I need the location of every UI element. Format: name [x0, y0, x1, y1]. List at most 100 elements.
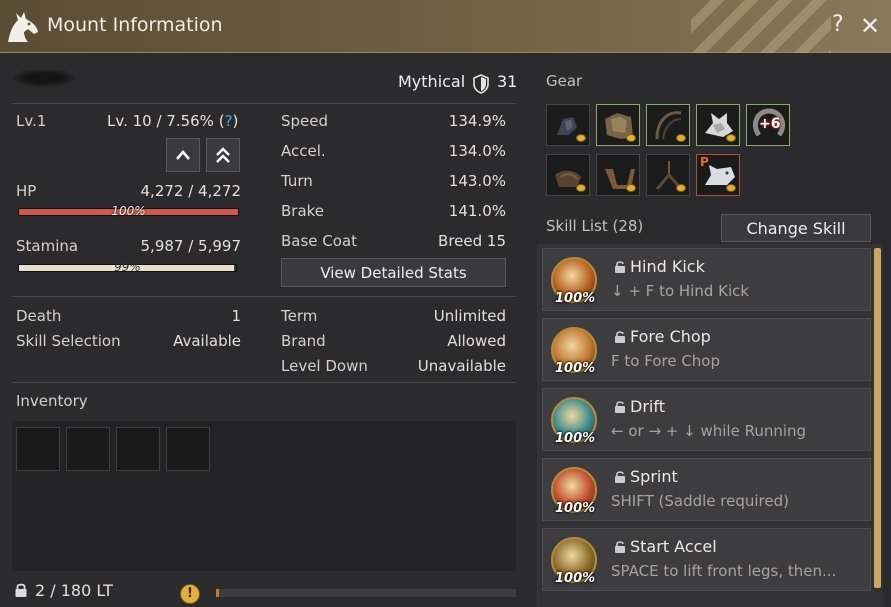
weight-bar-fill	[216, 589, 220, 597]
coin-icon	[576, 134, 586, 142]
coin-icon	[676, 134, 686, 142]
stat-value: 134.9%	[448, 112, 506, 130]
shield-icon	[473, 74, 489, 94]
skill-name: Drift	[630, 397, 665, 416]
gear-slot-barding[interactable]	[596, 104, 640, 146]
skill-mastery: 100%	[555, 571, 596, 586]
skill-item[interactable]: 100% Sprint SHIFT (Saddle required)	[542, 458, 871, 521]
coin-icon	[726, 134, 736, 142]
warning-icon[interactable]: !	[180, 584, 200, 604]
death-value: 1	[231, 307, 241, 325]
skill-name: Fore Chop	[630, 327, 711, 346]
skill-item[interactable]: 100% Start Accel SPACE to lift front legs,…	[542, 528, 871, 591]
skill-name: Hind Kick	[630, 257, 705, 276]
scrollbar-thumb[interactable]	[874, 248, 881, 588]
inventory-grid	[12, 421, 516, 571]
help-button[interactable]: ?	[832, 12, 844, 37]
stat-value: Breed 15	[438, 232, 506, 250]
stat-label: Speed	[281, 112, 329, 130]
gear-slot-saddle[interactable]	[546, 154, 590, 196]
weight-lock-icon	[15, 583, 27, 597]
skill-list: 100% Hind Kick ↓ + F to Hind Kick 100% Fore …	[537, 244, 883, 607]
term-label: Brand	[281, 332, 326, 350]
change-skill-button[interactable]: Change Skill	[721, 214, 871, 242]
title-decoration	[691, 0, 831, 53]
skill-scrollbar[interactable]	[874, 248, 881, 588]
divider	[12, 296, 516, 297]
lock-icon	[615, 261, 625, 273]
skill-selection-label: Skill Selection	[16, 332, 121, 350]
skill-selection-value: Available	[173, 332, 241, 350]
hp-label: HP	[16, 182, 37, 200]
level-up-button[interactable]	[166, 138, 200, 172]
skill-mastery: 100%	[555, 291, 596, 306]
weight-bar	[216, 589, 516, 597]
stamina-label: Stamina	[16, 237, 79, 255]
title-bar: Mount Information ? ✕	[0, 0, 891, 53]
stat-value: 143.0%	[448, 172, 506, 190]
gear-slot-horse-armor[interactable]	[696, 104, 740, 146]
skill-mastery: 100%	[555, 431, 596, 446]
inventory-slot[interactable]	[66, 427, 110, 471]
inventory-slot[interactable]	[16, 427, 60, 471]
gear-slot-stirrups[interactable]	[596, 154, 640, 196]
double-chevron-up-icon	[216, 147, 230, 163]
lock-icon	[615, 541, 625, 553]
level-progress: Lv. 10 / 7.56% (?)	[107, 112, 239, 130]
divider	[12, 382, 516, 383]
close-button[interactable]: ✕	[860, 12, 880, 40]
gear-slot-horseshoe[interactable]: +6	[746, 104, 790, 146]
inventory-slot[interactable]	[116, 427, 160, 471]
coin-icon	[676, 184, 686, 192]
gear-slot-stirrup-accessory[interactable]	[646, 154, 690, 196]
skill-description: ↓ + F to Hind Kick	[611, 282, 750, 300]
skill-name: Sprint	[630, 467, 678, 486]
skill-item[interactable]: 100% Fore Chop F to Fore Chop	[542, 318, 871, 381]
level-help-link[interactable]: ?	[225, 112, 233, 130]
skill-description: ← or → + ↓ while Running	[611, 422, 807, 440]
term-label: Term	[281, 307, 318, 325]
stat-label: Accel.	[281, 142, 326, 160]
coin-icon	[626, 184, 636, 192]
hp-bar: 100%	[18, 204, 239, 218]
stamina-bar: 99%	[18, 260, 237, 274]
skill-description: F to Fore Chop	[611, 352, 721, 370]
skill-item[interactable]: 100% Drift ← or → + ↓ while Running	[542, 388, 871, 451]
horse-icon	[8, 12, 38, 42]
lock-icon	[615, 471, 625, 483]
skill-name: Start Accel	[630, 537, 717, 556]
skill-item[interactable]: 100% Hind Kick ↓ + F to Hind Kick	[542, 248, 871, 311]
mount-tier: Mythical	[398, 72, 466, 91]
stamina-value: 5,987 / 5,997	[140, 237, 241, 255]
window-title: Mount Information	[47, 14, 223, 36]
chevron-up-icon	[176, 150, 190, 160]
hp-value: 4,272 / 4,272	[140, 182, 241, 200]
lock-icon	[615, 401, 625, 413]
skill-description: SHIFT (Saddle required)	[611, 492, 789, 510]
skill-mastery: 100%	[555, 501, 596, 516]
gear-title: Gear	[546, 72, 583, 90]
gear-slot-reins[interactable]	[646, 104, 690, 146]
stat-value: 134.0%	[448, 142, 506, 160]
view-detailed-stats-button[interactable]: View Detailed Stats	[281, 258, 506, 287]
skill-mastery: 100%	[555, 361, 596, 376]
coin-icon	[576, 184, 586, 192]
term-value: Allowed	[447, 332, 506, 350]
term-value: Unavailable	[417, 357, 506, 375]
hp-percent: 100%	[111, 204, 146, 218]
gear-slot-champron[interactable]	[546, 104, 590, 146]
level-label: Lv.1	[16, 112, 47, 130]
death-label: Death	[16, 307, 62, 325]
stat-label: Brake	[281, 202, 325, 220]
level-up-max-button[interactable]	[206, 138, 240, 172]
stat-value: 141.0%	[448, 202, 506, 220]
coin-icon	[626, 134, 636, 142]
term-value: Unlimited	[433, 307, 506, 325]
skill-list-title: Skill List (28)	[546, 217, 644, 235]
mount-name-redacted	[12, 69, 76, 87]
pearl-tag: P	[700, 155, 709, 169]
gear-slot-skin[interactable]: P	[696, 154, 740, 196]
tier-value: 31	[497, 72, 518, 91]
inventory-slot[interactable]	[166, 427, 210, 471]
stat-label: Base Coat	[281, 232, 358, 250]
